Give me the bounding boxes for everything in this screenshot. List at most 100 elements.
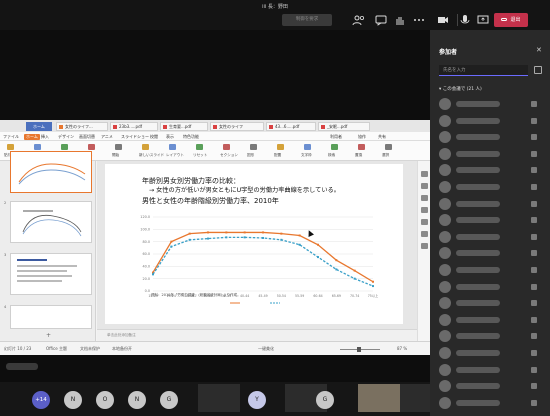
ribbon-tool-icon[interactable] [331,144,338,150]
participant-row[interactable] [439,229,544,245]
home-tab[interactable]: ホーム [26,122,52,131]
participant-avatar[interactable]: N [64,391,82,409]
zoom-slider-handle[interactable] [357,347,361,352]
document-tab[interactable]: 女性のライフ... [56,122,108,131]
document-tab[interactable]: 43...6.....pdf [266,122,316,131]
tool-icon[interactable] [421,207,428,213]
participant-avatar[interactable]: G [160,391,178,409]
document-tab[interactable]: 女性のライフ [210,122,264,131]
camera-icon[interactable] [436,14,450,26]
menu-right-share[interactable]: 共有 [378,134,386,140]
close-icon[interactable]: ✕ [536,46,542,54]
ribbon-tool-label[interactable]: 選択 [382,153,389,158]
ribbon-tool-label[interactable]: セクション [220,153,238,158]
ribbon-tool-icon[interactable] [358,144,365,150]
participants-icon[interactable] [352,14,366,26]
ribbon-tool-icon[interactable] [88,144,95,150]
tool-icon[interactable] [421,219,428,225]
participant-row[interactable] [439,378,544,394]
participant-row[interactable] [439,113,544,129]
menu-item[interactable]: 特色功能 [183,134,199,140]
ribbon-tool-label[interactable]: リセット [193,153,207,158]
tool-icon[interactable] [421,195,428,201]
ribbon-tool-icon[interactable] [115,144,122,150]
ribbon-tool-icon[interactable] [169,144,176,150]
slide-thumbnail[interactable] [10,151,92,193]
menu-item[interactable]: アニメ [101,134,113,140]
participant-row[interactable] [439,262,544,278]
participant-avatar[interactable]: O [96,391,114,409]
leave-button[interactable]: 退出 [494,13,528,27]
menu-item[interactable]: デザイン [58,134,74,140]
participant-row[interactable] [439,345,544,361]
participant-row[interactable] [439,328,544,344]
participant-row[interactable] [439,245,544,261]
more-options-icon[interactable] [412,14,426,26]
ribbon-tool-label[interactable]: 検索 [328,153,335,158]
tool-icon[interactable] [421,231,428,237]
participant-avatar[interactable]: G [316,391,334,409]
ribbon-tool-icon[interactable] [277,144,284,150]
participant-row[interactable] [439,129,544,145]
overflow-participants-badge[interactable]: +14 [32,391,50,409]
participant-row[interactable] [439,312,544,328]
ribbon-tool-label[interactable]: 開始 [112,153,119,158]
tool-icon[interactable] [421,243,428,249]
request-control-button[interactable]: 制御を要求 [282,14,332,26]
ribbon-tool-icon[interactable] [7,144,14,150]
slide-thumbnail[interactable] [10,253,92,295]
ribbon-tool-icon[interactable] [250,144,257,150]
document-tab[interactable]: 23b3.....pdf [110,122,158,131]
participant-row[interactable] [439,196,544,212]
menu-item[interactable]: 校閲 [150,134,158,140]
ribbon-tool-icon[interactable] [142,144,149,150]
participant-video-tile[interactable] [198,384,240,412]
participant-row[interactable] [439,146,544,162]
ribbon-tool-icon[interactable] [34,144,41,150]
participant-avatar[interactable]: Y [248,391,266,409]
participant-row[interactable] [439,212,544,228]
ribbon-tool-label[interactable]: レイアウト [166,153,184,158]
participant-row[interactable] [439,162,544,178]
microphone-icon[interactable] [458,14,472,26]
ribbon-tool-label[interactable]: 配置 [274,153,281,158]
ribbon-tool-icon[interactable] [385,144,392,150]
share-screen-icon[interactable] [476,14,490,26]
menu-right-collab[interactable]: 協作 [358,134,366,140]
participants-section-header[interactable]: ▾ この会議で (21 人) [439,86,482,92]
slide-thumbnail[interactable] [10,201,92,243]
tool-icon[interactable] [421,171,428,177]
ribbon-tool-icon[interactable] [304,144,311,150]
document-tab[interactable]: 生育要...pdf [160,122,208,131]
menu-item[interactable]: 表示 [166,134,174,140]
menu-item[interactable]: スライドショー [121,134,149,140]
ribbon-tool-icon[interactable] [223,144,230,150]
participant-avatar[interactable]: N [128,391,146,409]
ribbon-tool-label[interactable]: 置換 [355,153,362,158]
participant-video-tile[interactable] [400,384,430,412]
menu-item[interactable]: 画面切替 [79,134,95,140]
participant-row[interactable] [439,395,544,411]
speaker-notes[interactable]: 单击此处添加备注 [97,329,417,341]
participant-row[interactable] [439,295,544,311]
participant-row[interactable] [439,362,544,378]
menu-right-users[interactable]: 利用者 [330,134,342,140]
ribbon-tool-icon[interactable] [61,144,68,150]
participant-row[interactable] [439,179,544,195]
ribbon-tool-label[interactable]: 文字枠 [301,153,312,158]
participant-row[interactable] [439,279,544,295]
add-slide-button[interactable]: + [46,332,51,339]
menu-item[interactable]: ホーム [24,134,40,140]
ribbon-tool-label[interactable]: 新しいスライド [139,153,164,158]
raise-hand-icon[interactable] [393,14,407,26]
current-slide[interactable]: 年齢別男女別労働力率の比較： → 女性の方が低いが男女ともにU字型の労働力率曲線… [105,164,403,324]
ribbon-tool-icon[interactable] [196,144,203,150]
tool-icon[interactable] [421,183,428,189]
menu-item[interactable]: ファイル [3,134,19,140]
share-invite-icon[interactable] [534,66,542,74]
participant-video-tile-live[interactable] [358,384,400,412]
participant-search-input[interactable]: 氏名を入力 [439,65,528,76]
menu-item[interactable]: 挿入 [41,134,49,140]
ribbon-tool-label[interactable]: 図形 [247,153,254,158]
document-tab[interactable]: _安眠...pdf [318,122,370,131]
